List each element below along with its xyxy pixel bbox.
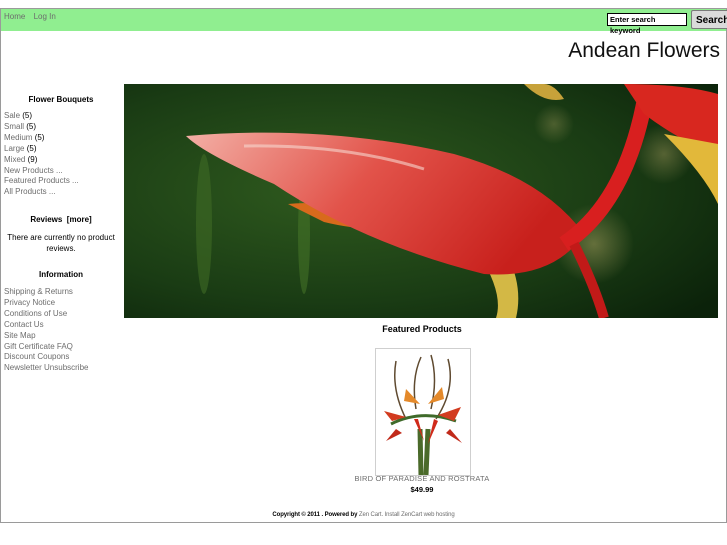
- category-label: Large: [4, 143, 25, 153]
- shipping-returns-link[interactable]: Shipping & Returns: [4, 287, 88, 298]
- discount-coupons-link[interactable]: Discount Coupons: [4, 352, 88, 363]
- category-count: (5): [26, 143, 37, 153]
- product-price: $49.99: [410, 485, 434, 494]
- footer-copyright: Copyright © 2011 . Powered by: [272, 512, 358, 518]
- product-image[interactable]: [375, 348, 471, 476]
- category-mixed[interactable]: Mixed (9): [4, 155, 79, 166]
- reviews-empty-text: There are currently no product reviews.: [7, 233, 115, 253]
- login-link[interactable]: Log In: [34, 12, 56, 21]
- link-label: New Products ...: [4, 165, 63, 175]
- category-count: (5): [26, 121, 37, 131]
- category-count: (5): [34, 132, 45, 142]
- categories-list: Sale (5) Small (5) Medium (5) Large (5) …: [4, 111, 79, 198]
- category-label: Mixed: [4, 154, 26, 164]
- category-medium[interactable]: Medium (5): [4, 133, 79, 144]
- reviews-more-link[interactable]: [more]: [67, 215, 92, 224]
- categories-heading: Flower Bouquets: [28, 95, 94, 104]
- all-products-link[interactable]: All Products ...: [4, 187, 79, 198]
- search-button[interactable]: Search: [691, 10, 727, 29]
- search-input[interactable]: Enter search keyword: [607, 13, 687, 35]
- category-sale[interactable]: Sale (5): [4, 111, 79, 122]
- link-label: All Products ...: [4, 187, 56, 197]
- information-list: Shipping & Returns Privacy Notice Condit…: [4, 287, 88, 374]
- featured-products-heading: Featured Products: [382, 324, 462, 334]
- category-label: Small: [4, 121, 25, 131]
- hero-banner-image: [124, 84, 718, 318]
- home-link[interactable]: Home: [4, 12, 25, 21]
- zen-cart-link[interactable]: Zen Cart: [359, 512, 382, 518]
- information-heading: Information: [39, 270, 83, 279]
- newsletter-unsubscribe-link[interactable]: Newsletter Unsubscribe: [4, 363, 88, 374]
- hosting-link[interactable]: . Install ZenCart web hosting: [381, 512, 454, 518]
- featured-products-link[interactable]: Featured Products ...: [4, 176, 79, 187]
- site-logo[interactable]: Andean Flowers: [568, 39, 720, 63]
- privacy-notice-link[interactable]: Privacy Notice: [4, 298, 88, 309]
- top-nav: Home Log In: [4, 12, 62, 21]
- new-products-link[interactable]: New Products ...: [4, 166, 79, 177]
- gift-certificate-faq-link[interactable]: Gift Certificate FAQ: [4, 342, 88, 353]
- page-frame: Home Log In Enter search keyword Search …: [0, 8, 727, 523]
- reviews-heading: Reviews [more]: [4, 215, 118, 224]
- reviews-title[interactable]: Reviews: [30, 215, 62, 224]
- product-name-link[interactable]: BIRD OF PARADISE AND ROSTRATA: [124, 474, 720, 483]
- category-count: (9): [27, 154, 38, 164]
- category-count: (5): [22, 111, 33, 120]
- top-navigation-bar: Home Log In Enter search keyword Search: [1, 9, 727, 35]
- category-label: Sale: [4, 111, 21, 120]
- link-label: Featured Products ...: [4, 176, 79, 186]
- footer: Copyright © 2011 . Powered by Zen Cart. …: [1, 512, 726, 518]
- site-map-link[interactable]: Site Map: [4, 331, 88, 342]
- conditions-of-use-link[interactable]: Conditions of Use: [4, 309, 88, 320]
- contact-us-link[interactable]: Contact Us: [4, 320, 88, 331]
- category-large[interactable]: Large (5): [4, 144, 79, 155]
- category-small[interactable]: Small (5): [4, 122, 79, 133]
- category-label: Medium: [4, 132, 33, 142]
